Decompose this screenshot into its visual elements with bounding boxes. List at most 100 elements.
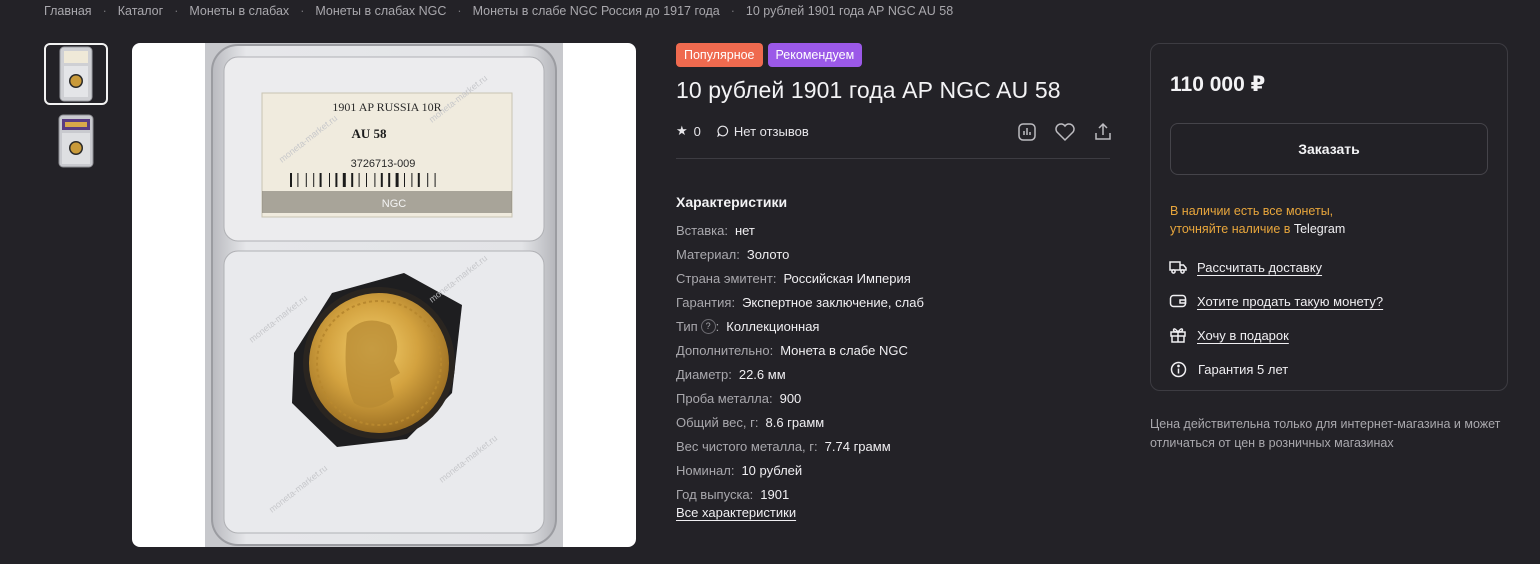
compare-icon[interactable] [1016, 121, 1038, 143]
thumbnail-2[interactable] [56, 113, 96, 169]
barcode-bar [434, 173, 436, 187]
breadcrumb-catalog[interactable]: Каталог [118, 4, 163, 18]
popular-badge: Популярное [676, 43, 763, 67]
barcode-bar [329, 173, 330, 187]
barcode-bar [358, 173, 360, 187]
telegram-link[interactable]: Telegram [1294, 222, 1345, 236]
spec-key: Год выпуска [676, 486, 750, 502]
comment-icon [717, 125, 729, 137]
barcode-bar [305, 173, 307, 187]
recommended-badge: Рекомендуем [767, 43, 863, 67]
gift-link-label: Хочу в подарок [1197, 327, 1289, 343]
spec-row: Тип?: Коллекционная [676, 318, 820, 334]
spec-row: Материал: Золото [676, 246, 790, 262]
truck-icon [1169, 258, 1187, 276]
stock-line: уточняйте наличие в [1170, 222, 1294, 236]
gift-icon [1169, 326, 1187, 344]
breadcrumb-home[interactable]: Главная [44, 4, 92, 18]
help-icon[interactable]: ? [700, 318, 716, 334]
barcode-bar [319, 173, 322, 187]
slab-label-line: 1901 AP RUSSIA 10R [332, 100, 441, 114]
spec-key: Диаметр [676, 366, 729, 382]
spec-row: Диаметр:22.6 мм [676, 366, 786, 382]
breadcrumb-ngc-russia[interactable]: Монеты в слабе NGC Россия до 1917 года [473, 4, 720, 18]
spec-row: Страна эмитент: Российская Империя [676, 270, 911, 286]
spec-value: 1901 [760, 486, 790, 502]
barcode-bar [374, 173, 376, 187]
buy-panel: 110 000 ₽ Заказать В наличии есть все мо… [1150, 43, 1508, 391]
spec-value: 22.6 мм [738, 366, 786, 382]
barcode-bar [404, 173, 405, 187]
product-actions [1016, 121, 1114, 143]
breadcrumb-slabs[interactable]: Монеты в слабах [189, 4, 289, 18]
spec-value: Российская Империя [783, 270, 911, 286]
warranty-info: Гарантия 5 лет [1169, 352, 1383, 386]
barcode-bar [380, 173, 383, 187]
spec-value: 900 [779, 390, 802, 406]
barcode-bar [335, 173, 338, 187]
barcode-bar [313, 173, 315, 187]
spec-key: Вес чистого металла, г [676, 438, 815, 454]
product-image[interactable]: 1901 AP RUSSIA 10R AU 58 3726713-009 NGC… [132, 43, 636, 547]
breadcrumb: Главная · Каталог · Монеты в слабах · Мо… [44, 3, 953, 19]
spec-key: Вставка [676, 222, 725, 238]
spec-key: Общий вес, г [676, 414, 755, 430]
spec-key: Дополнительно [676, 342, 770, 358]
rating-value: 0 [693, 123, 701, 139]
panel-links: Рассчитать доставку Хотите продать такую… [1169, 250, 1383, 386]
spec-row: Вставка: нет [676, 222, 755, 238]
breadcrumb-ngc-slabs[interactable]: Монеты в слабах NGC [315, 4, 446, 18]
warranty-label: Гарантия 5 лет [1198, 361, 1289, 377]
all-specs-link[interactable]: Все характеристики [676, 505, 796, 520]
sell-coin-link[interactable]: Хотите продать такую монету? [1169, 284, 1383, 318]
spec-key: Проба металла [676, 390, 769, 406]
spec-key: Гарантия [676, 294, 732, 310]
breadcrumb-current: 10 рублей 1901 года АР NGC AU 58 [745, 4, 954, 18]
rating-row: ★ 0 Нет отзывов [676, 123, 809, 139]
reviews-link[interactable]: Нет отзывов [717, 124, 809, 139]
slab-cert: 3726713-009 [351, 158, 416, 170]
spec-value: Монета в слабе NGC [780, 342, 908, 358]
star-icon: ★ [676, 123, 688, 138]
barcode-bar [417, 173, 420, 187]
breadcrumb-separator: · [730, 4, 735, 18]
slab-grade: AU 58 [351, 126, 387, 141]
spec-key: Тип [676, 318, 698, 334]
slab-brand: NGC [382, 198, 407, 210]
breadcrumb-separator: · [102, 4, 107, 18]
breadcrumb-separator: · [174, 4, 179, 18]
spec-value: Золото [746, 246, 790, 262]
spec-key: Материал [676, 246, 737, 262]
product-badges: Популярное Рекомендуем [676, 43, 863, 67]
barcode-bar [366, 173, 367, 187]
thumbnail-1-selected[interactable] [44, 43, 108, 105]
barcode-bar [411, 173, 413, 187]
stock-line: В наличии есть все монеты, [1170, 204, 1334, 218]
price: 110 000 ₽ [1170, 73, 1266, 96]
spec-value: нет [734, 222, 755, 238]
spec-row: Общий вес, г:8.6 грамм [676, 414, 825, 430]
spec-row: Дополнительно: Монета в слабе NGC [676, 342, 908, 358]
favorite-heart-icon[interactable] [1054, 121, 1076, 143]
gift-link[interactable]: Хочу в подарок [1169, 318, 1383, 352]
spec-row: Гарантия: Экспертное заключение, слаб [676, 294, 924, 310]
price-note: Цена действительна только для интернет-м… [1150, 417, 1501, 450]
order-button[interactable]: Заказать [1170, 123, 1488, 175]
barcode-bar [290, 173, 292, 187]
spec-key: Страна эмитент [676, 270, 773, 286]
share-icon[interactable] [1092, 121, 1114, 143]
delivery-link[interactable]: Рассчитать доставку [1169, 250, 1383, 284]
breadcrumb-separator: · [457, 4, 462, 18]
barcode-bar [427, 173, 429, 187]
delivery-link-label: Рассчитать доставку [1197, 259, 1323, 275]
spec-value: 8.6 грамм [765, 414, 825, 430]
divider [676, 158, 1110, 159]
barcode-bar [388, 173, 391, 187]
spec-row: Вес чистого металла, г:7.74 грамм [676, 438, 891, 454]
spec-key: Номинал [676, 462, 731, 478]
barcode-bar [395, 173, 399, 187]
spec-row: Проба металла:900 [676, 390, 802, 406]
barcode-bar [342, 173, 346, 187]
spec-value: 7.74 грамм [824, 438, 891, 454]
stock-info: В наличии есть все монеты, уточняйте нал… [1170, 202, 1345, 238]
